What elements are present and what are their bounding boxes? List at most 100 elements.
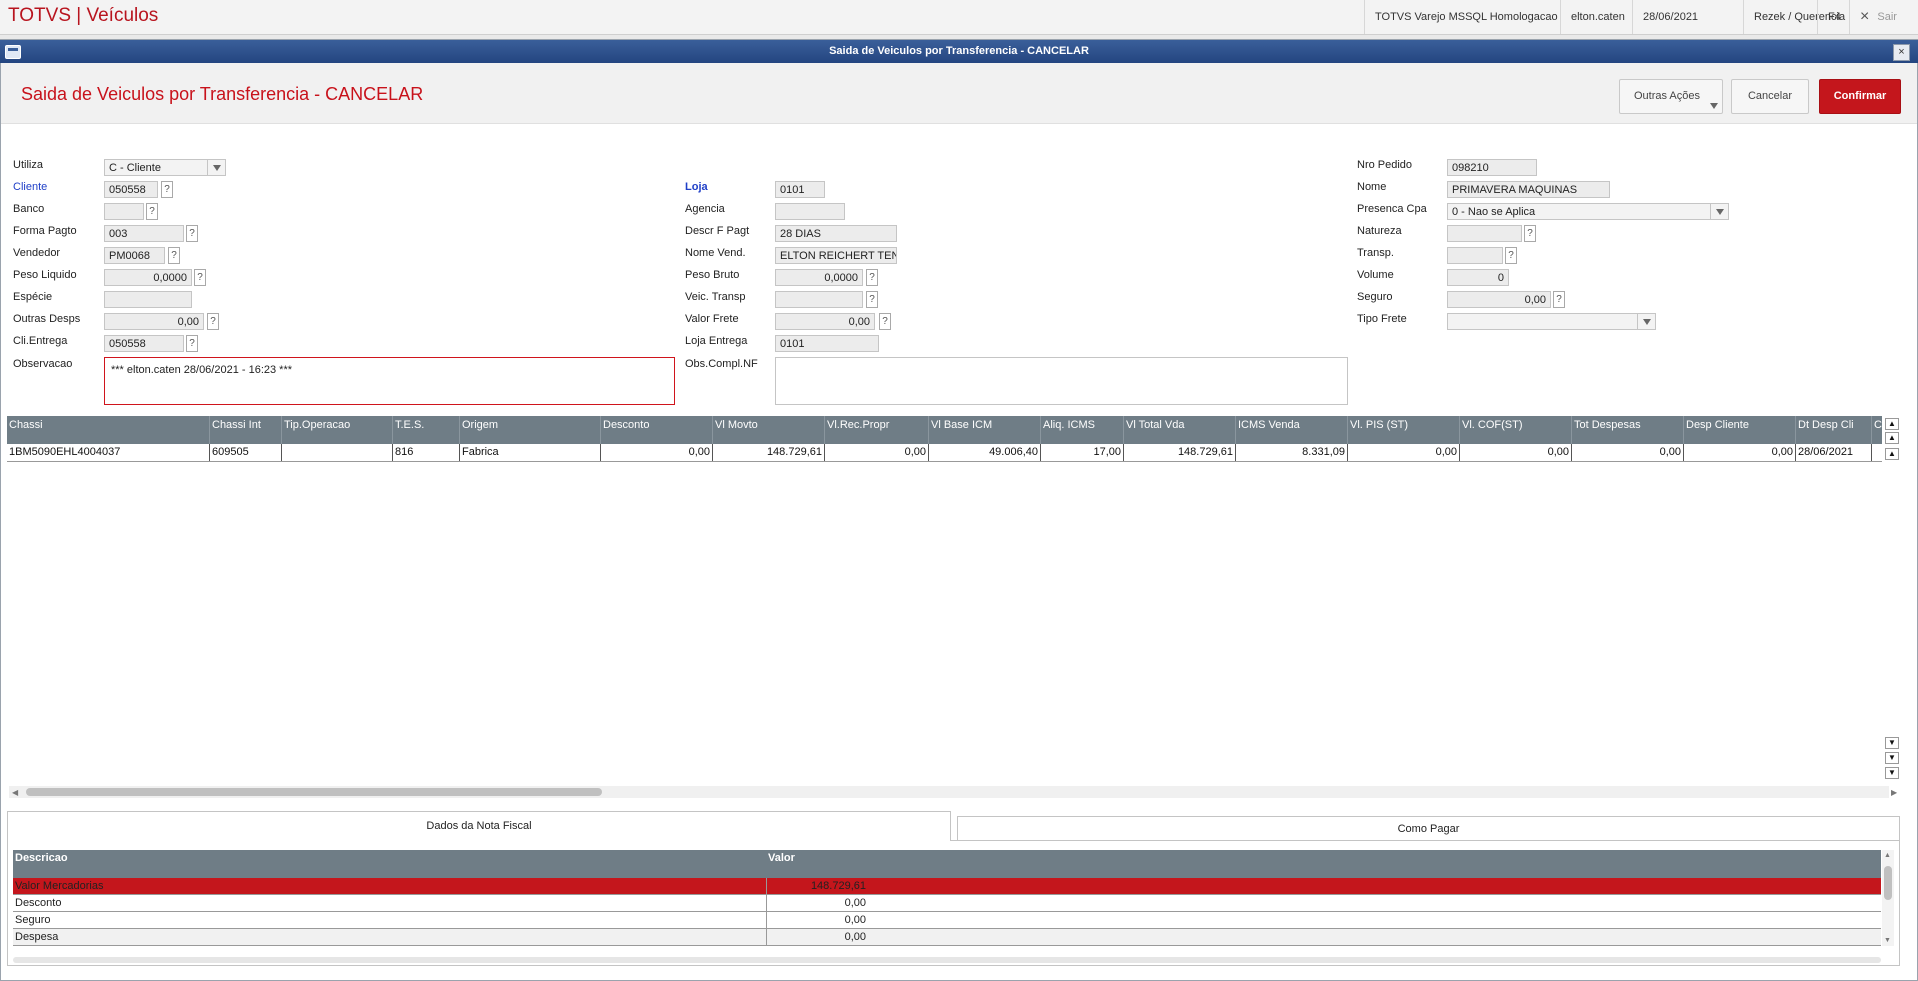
- grid-col-dt-desp-cli[interactable]: Dt Desp Cli: [1796, 416, 1872, 444]
- observacao-textarea[interactable]: *** elton.caten 28/06/2021 - 16:23 ***: [104, 357, 675, 405]
- tipo-frete-dropdown-button[interactable]: [1637, 313, 1657, 330]
- cli-entrega-field[interactable]: 050558: [104, 335, 184, 352]
- grid-col-desp-cliente[interactable]: Desp Cliente: [1684, 416, 1796, 444]
- grid-col-vl-movto[interactable]: Vl Movto: [713, 416, 825, 444]
- nf-col-descricao[interactable]: Descricao: [13, 850, 765, 878]
- grid-cell-c[interactable]: [1872, 444, 1882, 461]
- seguro-field[interactable]: 0,00: [1447, 291, 1551, 308]
- obs-compl-textarea[interactable]: [775, 357, 1348, 405]
- peso-liquido-field[interactable]: 0,0000: [104, 269, 192, 286]
- scroll-down-icon[interactable]: ▼: [1884, 937, 1891, 944]
- cli-entrega-lookup-button[interactable]: ?: [186, 335, 198, 352]
- grid-col-vl-total-vda[interactable]: Vl Total Vda: [1124, 416, 1236, 444]
- nome-field[interactable]: PRIMAVERA MAQUINAS: [1447, 181, 1610, 198]
- grid-col-aliq-icms[interactable]: Aliq. ICMS: [1041, 416, 1124, 444]
- scroll-page-down-button[interactable]: ▼: [1885, 752, 1899, 764]
- transp-lookup-button[interactable]: ?: [1505, 247, 1517, 264]
- grid-col-tip-operacao[interactable]: Tip.Operacao: [282, 416, 393, 444]
- outras-desps-help-button[interactable]: ?: [207, 313, 219, 330]
- scroll-up-icon[interactable]: ▲: [1884, 852, 1891, 859]
- vendedor-field[interactable]: PM0068: [104, 247, 165, 264]
- grid-cell-vl-rec-propr[interactable]: 0,00: [825, 444, 929, 461]
- presenca-cpa-select[interactable]: 0 - Nao se Aplica: [1447, 203, 1729, 220]
- exit-button[interactable]: × Sair: [1849, 0, 1918, 34]
- scrollbar-thumb[interactable]: [1884, 866, 1892, 900]
- banco-field[interactable]: [104, 203, 144, 220]
- grid-col-vl-rec-propr[interactable]: Vl.Rec.Propr: [825, 416, 929, 444]
- cancel-button[interactable]: Cancelar: [1731, 79, 1809, 114]
- grid-col-chassi-int[interactable]: Chassi Int: [210, 416, 282, 444]
- peso-bruto-field[interactable]: 0,0000: [775, 269, 863, 286]
- descr-f-pagt-field[interactable]: 28 DIAS: [775, 225, 897, 242]
- grid-col-vl-pis-st[interactable]: Vl. PIS (ST): [1348, 416, 1460, 444]
- loja-label[interactable]: Loja: [685, 181, 708, 193]
- scroll-left-icon[interactable]: ◀: [12, 788, 18, 797]
- grid-col-tes[interactable]: T.E.S.: [393, 416, 460, 444]
- forma-pagto-lookup-button[interactable]: ?: [186, 225, 198, 242]
- grid-cell-vl-base-icm[interactable]: 49.006,40: [929, 444, 1041, 461]
- scroll-bottom-button[interactable]: ▼: [1885, 767, 1899, 779]
- grid-cell-vl-cof-st[interactable]: 0,00: [1460, 444, 1572, 461]
- scroll-up-button[interactable]: ▲: [1885, 448, 1899, 460]
- tab-dados-nota-fiscal[interactable]: Dados da Nota Fiscal: [7, 811, 951, 841]
- grid-col-vl-cof-st[interactable]: Vl. COF(ST): [1460, 416, 1572, 444]
- cliente-label[interactable]: Cliente: [13, 181, 47, 193]
- grid-cell-icms-venda[interactable]: 8.331,09: [1236, 444, 1348, 461]
- table-row[interactable]: Desconto 0,00: [13, 895, 1881, 912]
- especie-field[interactable]: [104, 291, 192, 308]
- tab-como-pagar[interactable]: Como Pagar: [957, 816, 1900, 841]
- natureza-field[interactable]: [1447, 225, 1522, 242]
- table-row[interactable]: Valor Mercadorias 148.729,61: [13, 878, 1881, 895]
- nf-col-valor[interactable]: Valor: [766, 850, 968, 878]
- peso-liquido-help-button[interactable]: ?: [194, 269, 206, 286]
- loja-entrega-field[interactable]: 0101: [775, 335, 879, 352]
- forma-pagto-field[interactable]: 003: [104, 225, 184, 242]
- grid-cell-vl-total-vda[interactable]: 148.729,61: [1124, 444, 1236, 461]
- grid-cell-tip-operacao[interactable]: [282, 444, 393, 461]
- table-row[interactable]: Seguro 0,00: [13, 912, 1881, 929]
- valor-frete-field[interactable]: 0,00: [775, 313, 875, 330]
- veic-transp-field[interactable]: [775, 291, 863, 308]
- table-row[interactable]: Despesa 0,00: [13, 929, 1881, 946]
- nome-vend-field[interactable]: ELTON REICHERT TEN C: [775, 247, 897, 264]
- grid-cell-desconto[interactable]: 0,00: [601, 444, 713, 461]
- grid-cell-desp-cliente[interactable]: 0,00: [1684, 444, 1796, 461]
- scroll-down-button[interactable]: ▼: [1885, 737, 1899, 749]
- cliente-field[interactable]: 050558: [104, 181, 158, 198]
- grid-col-chassi[interactable]: Chassi: [7, 416, 210, 444]
- grid-col-tot-despesas[interactable]: Tot Despesas: [1572, 416, 1684, 444]
- grid-col-icms-venda[interactable]: ICMS Venda: [1236, 416, 1348, 444]
- grid-col-origem[interactable]: Origem: [460, 416, 601, 444]
- grid-cell-tot-despesas[interactable]: 0,00: [1572, 444, 1684, 461]
- grid-cell-dt-desp-cli[interactable]: 28/06/2021: [1796, 444, 1872, 461]
- grid-col-vl-base-icm[interactable]: Vl Base ICM: [929, 416, 1041, 444]
- utiliza-dropdown-button[interactable]: [207, 159, 227, 176]
- seguro-help-button[interactable]: ?: [1553, 291, 1565, 308]
- veic-transp-lookup-button[interactable]: ?: [866, 291, 878, 308]
- grid-cell-tes[interactable]: 816: [393, 444, 460, 461]
- natureza-lookup-button[interactable]: ?: [1524, 225, 1536, 242]
- tipo-frete-select[interactable]: [1447, 313, 1656, 330]
- presenca-cpa-dropdown-button[interactable]: [1710, 203, 1730, 220]
- peso-bruto-help-button[interactable]: ?: [866, 269, 878, 286]
- scroll-top-button[interactable]: ▲: [1885, 418, 1899, 430]
- grid-cell-chassi-int[interactable]: 609505: [210, 444, 282, 461]
- loja-field[interactable]: 0101: [775, 181, 825, 198]
- outras-desps-field[interactable]: 0,00: [104, 313, 204, 330]
- scroll-page-up-button[interactable]: ▲: [1885, 432, 1899, 444]
- transp-field[interactable]: [1447, 247, 1503, 264]
- window-close-button[interactable]: ×: [1893, 44, 1910, 61]
- confirm-button[interactable]: Confirmar: [1819, 79, 1901, 114]
- f4-shortcut[interactable]: F4: [1817, 0, 1851, 34]
- scroll-right-icon[interactable]: ▶: [1891, 788, 1897, 797]
- other-actions-button[interactable]: Outras Ações: [1619, 79, 1723, 114]
- grid-col-desconto[interactable]: Desconto: [601, 416, 713, 444]
- grid-cell-vl-movto[interactable]: 148.729,61: [713, 444, 825, 461]
- grid-cell-origem[interactable]: Fabrica: [460, 444, 601, 461]
- nf-horizontal-scrollbar[interactable]: [13, 957, 1881, 963]
- volume-field[interactable]: 0: [1447, 269, 1509, 286]
- agencia-field[interactable]: [775, 203, 845, 220]
- scrollbar-thumb[interactable]: [26, 788, 602, 796]
- banco-lookup-button[interactable]: ?: [146, 203, 158, 220]
- nro-pedido-field[interactable]: 098210: [1447, 159, 1537, 176]
